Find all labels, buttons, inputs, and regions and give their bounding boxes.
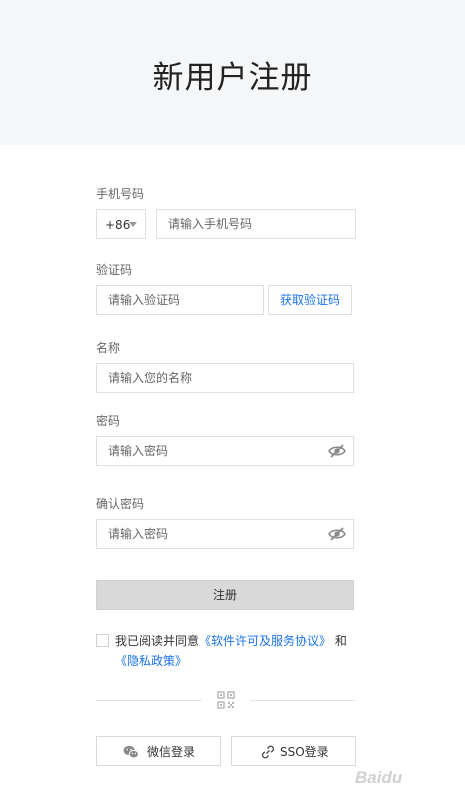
country-code-value: +86 (105, 218, 131, 232)
password-label: 密码 (96, 414, 121, 428)
license-link[interactable]: 《软件许可及服务协议》 (199, 634, 331, 648)
qr-code-icon[interactable] (217, 691, 235, 709)
code-input[interactable] (97, 286, 263, 314)
phone-input[interactable] (157, 210, 355, 238)
sso-login-label: SSO登录 (280, 745, 329, 759)
sso-login-button[interactable]: SSO登录 (231, 736, 356, 766)
confirm-password-field-box (96, 519, 354, 549)
watermark-text: Baidu (355, 768, 403, 787)
name-field-box (96, 363, 354, 393)
agree-checkbox[interactable] (96, 634, 109, 647)
privacy-link[interactable]: 《隐私政策》 (115, 654, 187, 668)
get-code-button[interactable]: 获取验证码 (268, 285, 352, 315)
phone-field-box (156, 209, 356, 239)
country-code-select[interactable]: +86 (96, 209, 146, 239)
password-field-box (96, 436, 354, 466)
code-label: 验证码 (96, 263, 133, 277)
name-input[interactable] (97, 364, 353, 392)
wechat-login-label: 微信登录 (147, 745, 196, 759)
eye-off-icon[interactable] (328, 443, 346, 459)
confirm-password-label: 确认密码 (96, 497, 145, 511)
page-title: 新用户注册 (152, 60, 313, 96)
confirm-password-input[interactable] (97, 520, 325, 548)
baidu-watermark-logo: Baidu (345, 760, 455, 800)
agreement-prefix: 我已阅读并同意 (115, 634, 200, 648)
code-field-box (96, 285, 264, 315)
header-banner: 新用户注册 (0, 0, 465, 145)
link-icon (261, 745, 275, 759)
caret-down-icon (129, 222, 137, 227)
name-label: 名称 (96, 341, 121, 355)
divider-right (250, 700, 356, 701)
eye-off-icon[interactable] (328, 526, 346, 542)
wechat-login-button[interactable]: 微信登录 (96, 736, 221, 766)
divider-left (96, 700, 202, 701)
agreement-conj: 和 (334, 634, 347, 648)
phone-label: 手机号码 (96, 187, 145, 201)
agreement-text: 我已阅读并同意《软件许可及服务协议》 和 《隐私政策》 (115, 631, 360, 671)
wechat-icon (123, 745, 139, 759)
password-input[interactable] (97, 437, 325, 465)
register-button[interactable]: 注册 (96, 580, 354, 610)
